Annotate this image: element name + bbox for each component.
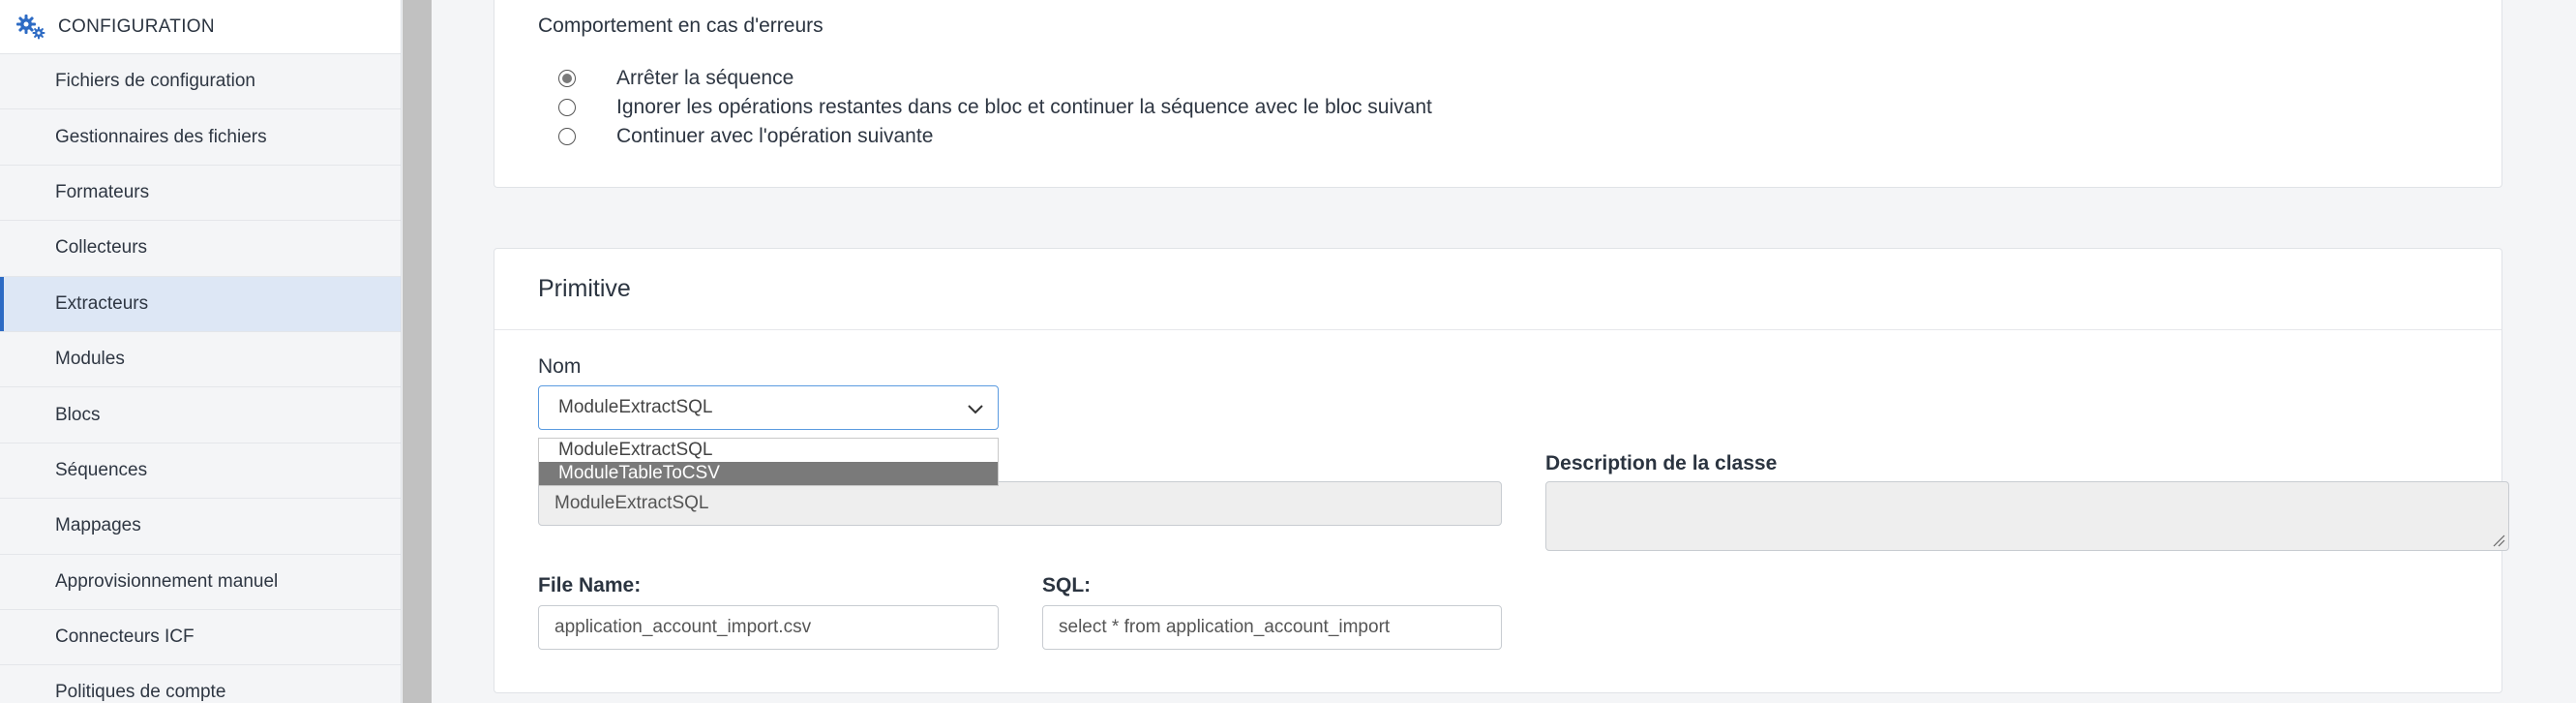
radio-button[interactable] [558,128,576,145]
sidebar-gutter [403,0,432,703]
chevron-down-icon [968,405,983,414]
nom-select[interactable]: ModuleExtractSQL [538,385,999,430]
sidebar-item-label: Fichiers de configuration [55,71,255,92]
sidebar-item-blocs[interactable]: Blocs [0,387,401,443]
sidebar-item-connecteurs-icf[interactable]: Connecteurs ICF [0,610,401,666]
sidebar-item-sequences[interactable]: Séquences [0,443,401,500]
class-name-field: ModuleExtractSQL [538,481,1502,526]
sidebar-section-label: CONFIGURATION [58,15,215,37]
radio-option-skip-block[interactable]: Ignorer les opérations restantes dans ce… [558,96,1432,119]
class-name-value: ModuleExtractSQL [554,493,709,513]
sidebar-item-label: Gestionnaires des fichiers [55,126,267,147]
resize-grip-icon[interactable] [2492,534,2505,547]
sidebar-item-label: Formateurs [55,181,150,202]
radio-label: Arrêter la séquence [616,67,794,89]
sql-label: SQL: [1042,574,1092,596]
error-behaviour-card: Comportement en cas d'erreurs Arrêter la… [494,0,2502,188]
sidebar-item-mappages[interactable]: Mappages [0,499,401,555]
sidebar-item-label: Connecteurs ICF [55,627,195,648]
radio-label: Continuer avec l'opération suivante [616,125,934,147]
sidebar-item-label: Collecteurs [55,237,148,259]
sql-input[interactable]: select * from application_account_import [1042,605,1502,650]
radio-button[interactable] [558,99,576,116]
sidebar-item-label: Politiques de compte [55,682,226,703]
sidebar-item-label: Extracteurs [55,292,149,314]
nom-label: Nom [538,355,582,378]
sidebar: CONFIGURATION Fichiers de configuration … [0,0,402,703]
sidebar-item-politiques-de-compte[interactable]: Politiques de compte [0,665,401,703]
file-name-label: File Name: [538,574,642,596]
sidebar-item-label: Modules [55,349,125,370]
sidebar-item-formateurs[interactable]: Formateurs [0,166,401,222]
dropdown-option-moduleextractsql[interactable]: ModuleExtractSQL [539,439,998,462]
error-behaviour-title: Comportement en cas d'erreurs [538,15,824,37]
main-content: Comportement en cas d'erreurs Arrêter la… [432,0,2576,703]
description-textarea [1545,481,2509,551]
radio-label: Ignorer les opérations restantes dans ce… [616,96,1432,118]
sidebar-item-collecteurs[interactable]: Collecteurs [0,221,401,277]
sidebar-item-approvisionnement-manuel[interactable]: Approvisionnement manuel [0,555,401,610]
primitive-title-text: Primitive [538,275,631,302]
sidebar-section-header[interactable]: CONFIGURATION [0,0,401,54]
radio-option-continue-next[interactable]: Continuer avec l'opération suivante [558,125,933,148]
sidebar-item-modules[interactable]: Modules [0,332,401,388]
nom-dropdown-list: ModuleExtractSQL ModuleTableToCSV [538,438,999,486]
radio-option-stop-sequence[interactable]: Arrêter la séquence [558,67,794,90]
nom-select-value: ModuleExtractSQL [558,397,713,417]
sql-value: select * from application_account_import [1059,617,1391,637]
radio-button[interactable] [558,70,576,87]
file-name-value: application_account_import.csv [554,617,812,637]
primitive-card: Primitive Nom ModuleExtractSQL ModuleExt… [494,248,2509,693]
description-label: Description de la classe [1545,452,1778,474]
sidebar-item-label: Mappages [55,515,141,536]
file-name-input[interactable]: application_account_import.csv [538,605,999,650]
sidebar-item-label: Séquences [55,459,148,480]
dropdown-option-moduletabletocsv[interactable]: ModuleTableToCSV [539,462,998,485]
sidebar-item-label: Blocs [55,404,101,425]
sidebar-item-label: Approvisionnement manuel [55,570,279,592]
sidebar-item-gestionnaires-des-fichiers[interactable]: Gestionnaires des fichiers [0,109,401,166]
primitive-title: Primitive [494,249,2501,330]
sidebar-item-extracteurs[interactable]: Extracteurs [0,276,401,332]
gears-icon [16,14,45,39]
sidebar-item-fichiers-de-configuration[interactable]: Fichiers de configuration [0,54,401,110]
